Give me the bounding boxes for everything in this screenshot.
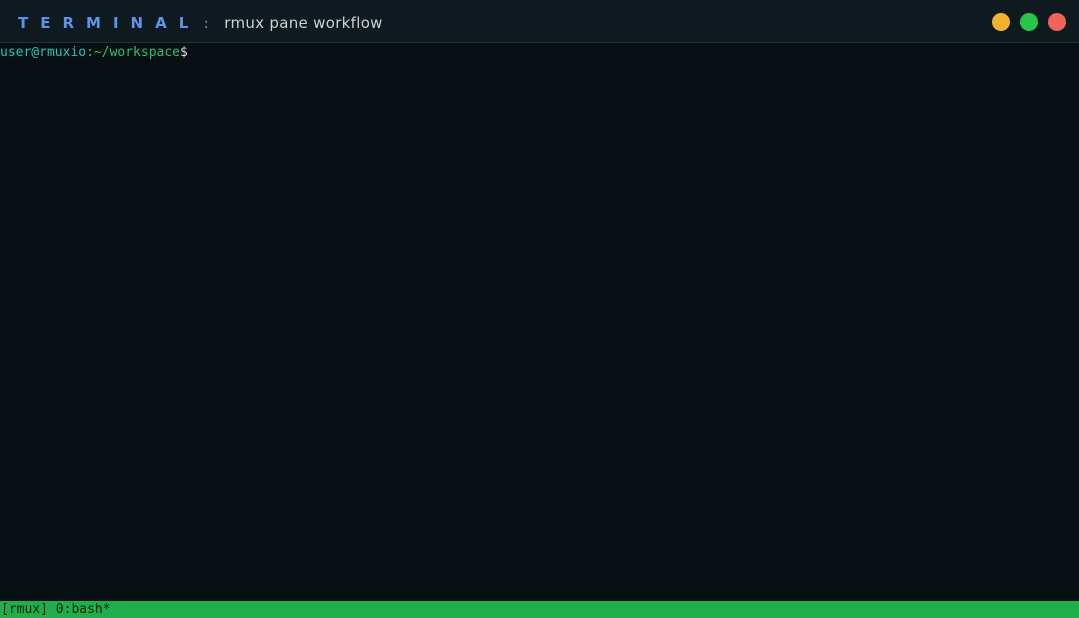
status-bar: [rmux] 0:bash*: [0, 601, 1079, 618]
maximize-button[interactable]: [1020, 13, 1038, 31]
title-bar[interactable]: TERMINAL : rmux pane workflow: [0, 0, 1079, 43]
minimize-button[interactable]: [992, 13, 1010, 31]
terminal-pane[interactable]: user@rmuxio:~/workspace$: [0, 44, 1079, 600]
prompt-user-host: user@rmuxio: [0, 45, 87, 60]
window-title: TERMINAL : rmux pane workflow: [18, 13, 383, 33]
window-controls: [992, 13, 1066, 31]
prompt-path: :~/workspace: [86, 45, 181, 60]
close-button[interactable]: [1048, 13, 1066, 31]
prompt-line: user@rmuxio:~/workspace$: [0, 44, 188, 62]
window-subtitle: rmux pane workflow: [224, 14, 383, 32]
terminal-window: TERMINAL : rmux pane workflow user@rmuxi…: [0, 0, 1079, 618]
app-brand: TERMINAL: [18, 14, 201, 32]
status-bar-text: [rmux] 0:bash*: [1, 602, 111, 617]
prompt-symbol: $: [180, 45, 188, 60]
title-separator: :: [203, 16, 209, 32]
